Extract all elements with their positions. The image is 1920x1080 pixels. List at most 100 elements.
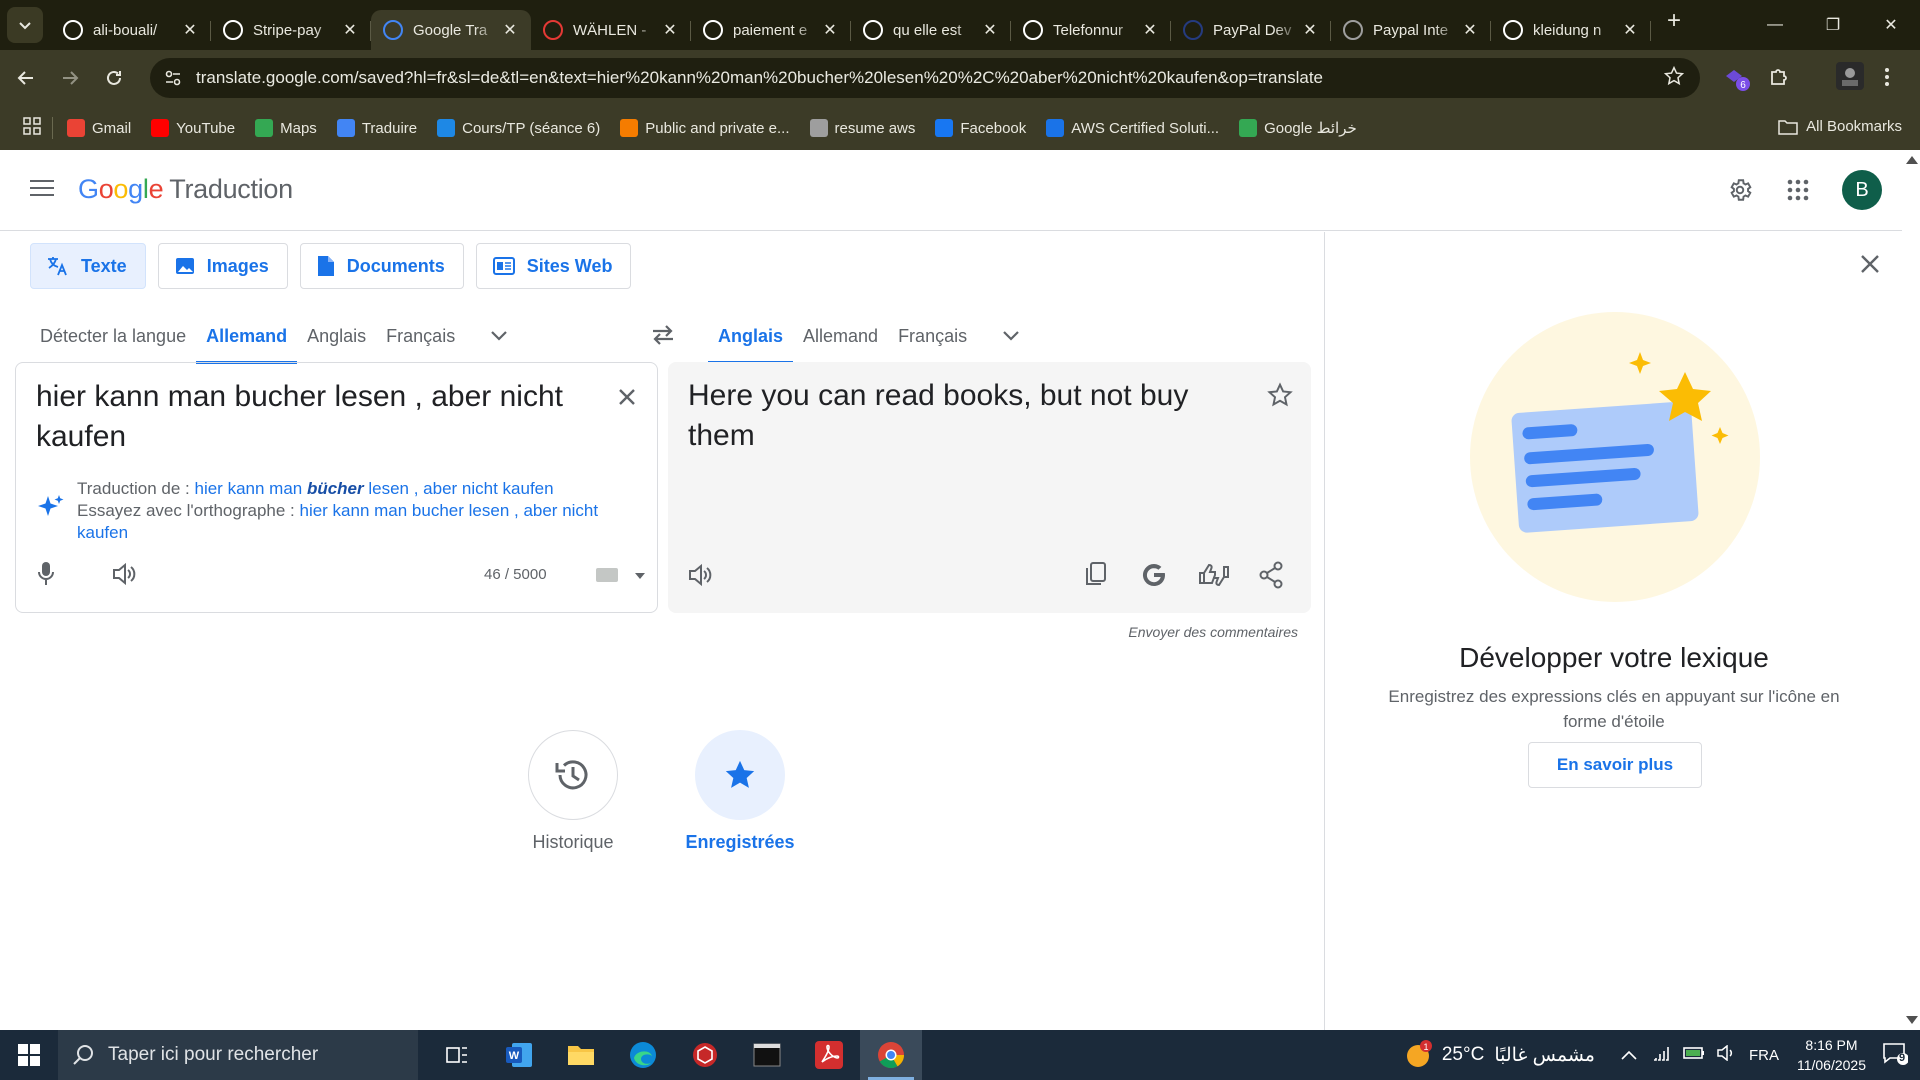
close-tab-icon[interactable]: ✕	[341, 20, 359, 40]
images-mode-button[interactable]: Images	[157, 243, 288, 289]
clear-source-button[interactable]	[617, 387, 637, 412]
forward-button[interactable]	[52, 60, 88, 96]
source-language-tab[interactable]: Détecter la langue	[30, 310, 196, 362]
saved-button[interactable]: Enregistrées	[685, 730, 795, 853]
close-tab-icon[interactable]: ✕	[501, 20, 519, 40]
page-scrollbar[interactable]	[1902, 150, 1920, 1030]
security-app-icon[interactable]	[674, 1030, 736, 1080]
battery-icon[interactable]	[1683, 1046, 1705, 1064]
word-app-icon[interactable]: W	[488, 1030, 550, 1080]
start-button[interactable]	[0, 1030, 58, 1080]
chrome-app-icon[interactable]	[860, 1030, 922, 1080]
terminal-app-icon[interactable]	[736, 1030, 798, 1080]
browser-tab[interactable]: qu elle est ✕	[851, 10, 1011, 50]
account-avatar[interactable]: B	[1842, 170, 1882, 210]
close-tab-icon[interactable]: ✕	[1461, 20, 1479, 40]
learn-more-button[interactable]: En savoir plus	[1528, 742, 1702, 788]
profile-avatar-icon[interactable]	[1836, 62, 1864, 95]
copy-icon[interactable]	[1084, 561, 1108, 592]
site-settings-icon[interactable]	[158, 63, 188, 93]
browser-tab[interactable]: Telefonnur ✕	[1011, 10, 1171, 50]
save-translation-star-icon[interactable]	[1267, 382, 1293, 413]
new-tab-button[interactable]: +	[1667, 7, 1681, 35]
scroll-up-arrow-icon[interactable]	[1906, 156, 1918, 164]
bookmark-star-icon[interactable]	[1663, 65, 1685, 92]
bookmark-item[interactable]: Gmail	[67, 119, 131, 137]
acrobat-app-icon[interactable]	[798, 1030, 860, 1080]
close-tab-icon[interactable]: ✕	[821, 20, 839, 40]
google-translate-logo[interactable]: Google Traduction	[78, 174, 293, 205]
source-language-tab[interactable]: Français	[376, 310, 465, 362]
chrome-menu-icon[interactable]	[1884, 66, 1890, 93]
chevron-up-icon[interactable]	[1621, 1047, 1637, 1064]
apps-grid-icon[interactable]	[22, 116, 42, 140]
file-explorer-icon[interactable]	[550, 1030, 612, 1080]
target-language-tab[interactable]: Français	[888, 310, 977, 362]
browser-tab[interactable]: PayPal Dev ✕	[1171, 10, 1331, 50]
source-language-tab[interactable]: Allemand	[196, 310, 298, 364]
extension-icon[interactable]: 6	[1722, 66, 1752, 97]
close-window-button[interactable]: ✕	[1862, 0, 1920, 50]
rate-translation-icon[interactable]	[1198, 561, 1230, 594]
source-more-languages-button[interactable]	[479, 310, 519, 362]
browser-tab[interactable]: ali-bouali/ ✕	[51, 10, 211, 50]
tab-search-button[interactable]	[7, 7, 43, 43]
close-tab-icon[interactable]: ✕	[661, 20, 679, 40]
target-language-tab[interactable]: Allemand	[793, 310, 888, 362]
browser-tab[interactable]: Stripe-pay ✕	[211, 10, 371, 50]
taskbar-search-box[interactable]: Taper ici pour rechercher	[58, 1030, 418, 1080]
target-language-tab[interactable]: Anglais	[708, 310, 794, 364]
browser-tab[interactable]: WÄHLEN - ✕	[531, 10, 691, 50]
close-panel-button[interactable]	[1860, 254, 1880, 279]
keyboard-icon[interactable]	[596, 568, 618, 582]
all-bookmarks-button[interactable]: All Bookmarks	[1778, 118, 1902, 135]
bookmark-item[interactable]: Google خرائط	[1239, 119, 1357, 137]
volume-icon[interactable]	[1717, 1044, 1735, 1065]
translated-from-link[interactable]: hier kann man bücher lesen , aber nicht …	[195, 479, 554, 498]
restore-button[interactable]: ❐	[1804, 0, 1862, 50]
settings-gear-icon[interactable]	[1726, 176, 1754, 204]
clock[interactable]: 8:16 PM 11/06/2025	[1797, 1035, 1866, 1075]
bookmark-item[interactable]: Maps	[255, 119, 317, 137]
browser-tab[interactable]: Paypal Inte ✕	[1331, 10, 1491, 50]
target-more-languages-button[interactable]	[991, 310, 1031, 362]
swap-languages-button[interactable]	[650, 324, 676, 351]
send-feedback-link[interactable]: Envoyer des commentaires	[1000, 624, 1298, 640]
main-menu-icon[interactable]	[30, 180, 54, 201]
keyboard-dropdown-icon[interactable]	[635, 573, 645, 579]
source-text-input[interactable]: hier kann man bucher lesen , aber nicht …	[36, 377, 596, 457]
google-apps-icon[interactable]	[1784, 176, 1812, 204]
notifications-icon[interactable]: 9	[1882, 1041, 1909, 1069]
text-mode-button[interactable]: Texte	[30, 243, 146, 289]
browser-tab[interactable]: kleidung n ✕	[1491, 10, 1651, 50]
scroll-down-arrow-icon[interactable]	[1906, 1016, 1918, 1024]
bookmark-item[interactable]: Cours/TP (séance 6)	[437, 119, 600, 137]
puzzle-icon[interactable]	[1768, 66, 1790, 93]
share-icon[interactable]	[1258, 561, 1284, 594]
microphone-icon[interactable]	[36, 560, 56, 593]
network-icon[interactable]	[1653, 1045, 1671, 1065]
close-tab-icon[interactable]: ✕	[1141, 20, 1159, 40]
history-button[interactable]: Historique	[528, 730, 618, 853]
address-bar[interactable]: translate.google.com/saved?hl=fr&sl=de&t…	[150, 58, 1700, 98]
close-tab-icon[interactable]: ✕	[981, 20, 999, 40]
bookmark-item[interactable]: resume aws	[809, 119, 915, 137]
documents-mode-button[interactable]: Documents	[299, 243, 464, 289]
bookmark-item[interactable]: Facebook	[935, 119, 1026, 137]
task-view-icon[interactable]	[426, 1030, 488, 1080]
bookmark-item[interactable]: YouTube	[151, 119, 235, 137]
bookmark-item[interactable]: AWS Certified Soluti...	[1046, 119, 1219, 137]
source-language-tab[interactable]: Anglais	[297, 310, 376, 362]
input-language-indicator[interactable]: FRA	[1749, 1047, 1779, 1064]
back-button[interactable]	[8, 60, 44, 96]
browser-tab[interactable]: Google Tra ✕	[371, 10, 531, 50]
weather-widget[interactable]: 1 25°C مشمس غالبًا	[1404, 1040, 1595, 1070]
bookmark-item[interactable]: Public and private e...	[620, 119, 790, 137]
browser-tab[interactable]: paiement e ✕	[691, 10, 851, 50]
minimize-button[interactable]: —	[1746, 0, 1804, 50]
listen-source-icon[interactable]	[112, 562, 138, 591]
websites-mode-button[interactable]: Sites Web	[475, 243, 632, 289]
close-tab-icon[interactable]: ✕	[1301, 20, 1319, 40]
close-tab-icon[interactable]: ✕	[181, 20, 199, 40]
edge-browser-icon[interactable]	[612, 1030, 674, 1080]
